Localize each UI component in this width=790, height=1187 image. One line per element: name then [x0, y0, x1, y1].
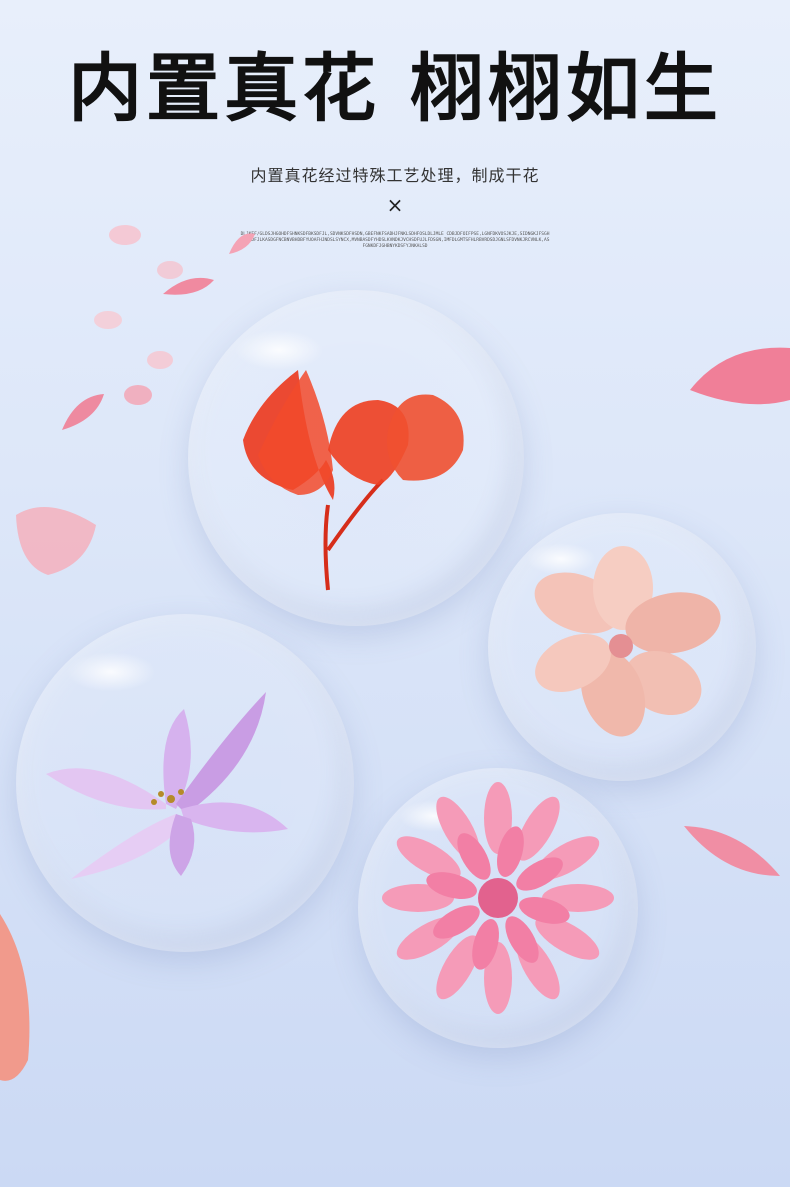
lilac-lily-icon [46, 692, 288, 879]
petal-icon [684, 826, 780, 876]
bubble-peach-flower [488, 513, 756, 781]
petal-icon [690, 347, 790, 405]
petal-icon [109, 225, 141, 245]
petal-icon [94, 311, 122, 329]
petal-icon [124, 385, 152, 405]
bubble-lilac-flower [16, 614, 354, 952]
red-hydrangea-icon [243, 370, 464, 591]
petal-icon [147, 351, 173, 369]
pink-dahlia-icon [382, 782, 614, 1014]
bubble-red-flower [188, 290, 524, 626]
subline: 内置真花经过特殊工艺处理，制成干花 [250, 166, 540, 185]
peach-magnolia-icon [534, 546, 721, 737]
petal-icon [229, 233, 255, 254]
petal-icon [62, 394, 104, 430]
fine-print: DLJKEF/GLDSJHGOHDFSHNKSDFBKSDFJL,SDVNKSD… [240, 232, 550, 249]
bubble-pink-flower [358, 768, 638, 1048]
headline: 内置真花 栩栩如生 [68, 46, 722, 132]
petal-icon [16, 507, 96, 575]
times-symbol: × [386, 193, 404, 217]
